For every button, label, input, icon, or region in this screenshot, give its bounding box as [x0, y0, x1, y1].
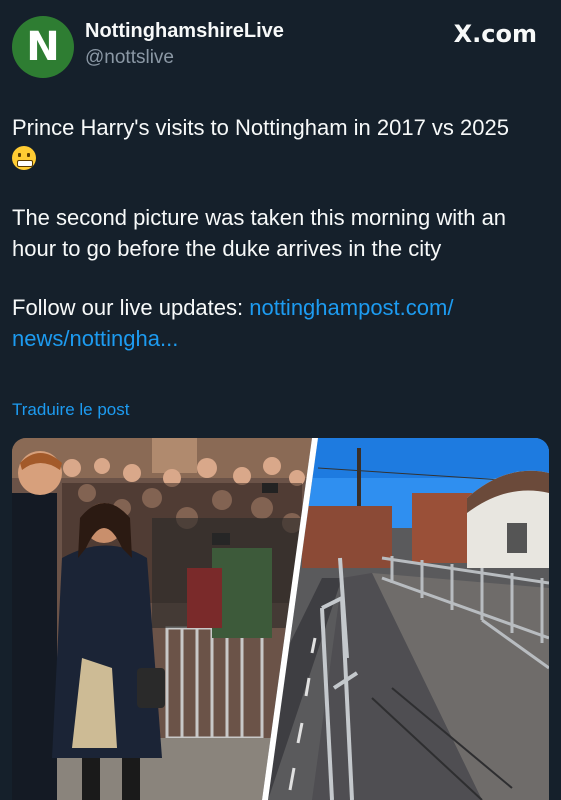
- post-line-2: The second picture was taken this mornin…: [12, 205, 507, 261]
- post-line-1: Prince Harry's visits to Nottingham in 2…: [12, 112, 552, 174]
- x-logo: X.com: [453, 20, 537, 48]
- translate-post-link[interactable]: Traduire le post: [12, 400, 129, 420]
- post-line-1-text: Prince Harry's visits to Nottingham in 2…: [12, 115, 509, 140]
- post-text: Prince Harry's visits to Nottingham in 2…: [12, 112, 552, 382]
- author-names: NottinghamshireLive @nottslive: [85, 20, 284, 69]
- avatar[interactable]: N: [12, 16, 74, 78]
- post-line-3-text: Follow our live updates:: [12, 295, 250, 320]
- post-media[interactable]: [12, 438, 549, 800]
- author-handle[interactable]: @nottslive: [85, 47, 284, 69]
- grimacing-face-emoji-icon: [12, 146, 36, 170]
- photo-2017-crowd: [12, 438, 312, 800]
- post-line-3: Follow our live updates: nottinghampost.…: [12, 292, 552, 354]
- post-photos: [12, 438, 549, 800]
- post-header: N NottinghamshireLive @nottslive X.com: [12, 14, 549, 78]
- author-display-name[interactable]: NottinghamshireLive: [85, 20, 284, 43]
